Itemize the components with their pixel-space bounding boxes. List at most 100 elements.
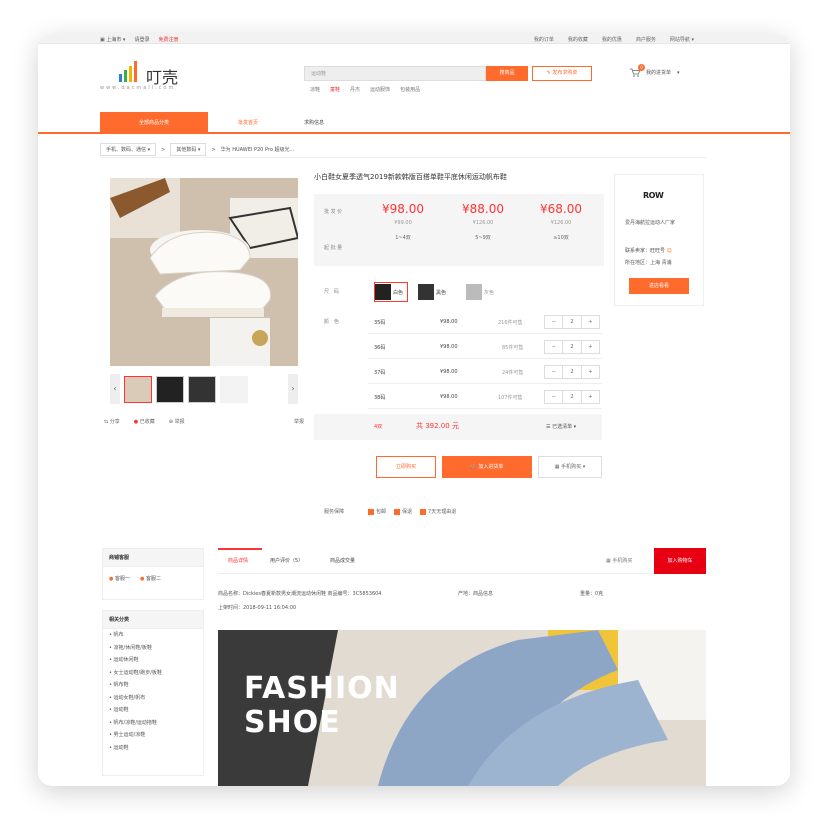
agent-item[interactable]: ● 客服二 — [140, 575, 161, 582]
logo-bars-icon — [119, 61, 137, 82]
agent-item[interactable]: ● 客服一 — [109, 575, 130, 582]
thumbnail[interactable] — [124, 376, 152, 403]
register-link[interactable]: 免费注册 — [158, 36, 178, 43]
thumbnail[interactable] — [156, 376, 184, 403]
shoe-photo — [110, 178, 298, 366]
increase-button[interactable]: + — [582, 391, 599, 403]
thumbnail[interactable] — [188, 376, 216, 403]
tab-mobile-buy[interactable]: ▦ 手机购买 — [606, 557, 632, 564]
quantity-value[interactable]: 2 — [563, 366, 582, 378]
nav-tab-all-categories[interactable]: 全部商品分类 — [100, 112, 208, 134]
attr-name: 商品名称：Dickies春夏新款男女潮流运动休闲鞋 商品编号：3C5853604 — [218, 591, 382, 597]
category-link[interactable]: • 男士运动/凉鞋 — [103, 729, 203, 742]
style-option-gray[interactable]: 灰色 — [466, 282, 498, 302]
hot-word[interactable]: 包装用品 — [400, 86, 420, 93]
quantity-stepper[interactable]: −2 + — [544, 340, 600, 354]
breadcrumb-separator: > — [161, 146, 166, 153]
city-selector[interactable]: ▣ 上海市 ▾ — [100, 36, 125, 43]
breadcrumb-current: 华为 HUAWEI P20 Pro 超级光... — [220, 147, 295, 153]
region-value: 上海 青浦 — [650, 260, 672, 266]
favorite-button[interactable]: ● 已收藏 — [134, 418, 155, 425]
hot-word[interactable]: 运动服饰 — [370, 86, 390, 93]
check-icon — [394, 508, 401, 515]
nav-tab-wholesale[interactable]: 批发首页 — [238, 119, 258, 126]
top-link-coupons[interactable]: 我的优惠 — [602, 36, 622, 43]
mobile-buy-button[interactable]: ▦ 手机购买 ▾ — [538, 456, 602, 478]
category-link[interactable]: • 运动休闲鞋 — [103, 654, 203, 667]
quantity-stepper[interactable]: −2 + — [544, 365, 600, 379]
quantity-value[interactable]: 2 — [563, 341, 582, 353]
category-link[interactable]: • 运动鞋 — [103, 704, 203, 717]
quantity-stepper[interactable]: −2 + — [544, 390, 600, 404]
thumb-next-arrow[interactable]: › — [288, 374, 298, 404]
category-link[interactable]: • 凉拖/休闲鞋/板鞋 — [103, 642, 203, 655]
thumb-prev-arrow[interactable]: ‹ — [110, 374, 120, 404]
share-button[interactable]: ⇆ 分享 — [104, 418, 120, 425]
top-link-favorites[interactable]: 我的收藏 — [568, 36, 588, 43]
decrease-button[interactable]: − — [545, 391, 564, 403]
attr-origin: 产地：商品信息 — [458, 591, 494, 597]
seller-contact: 联系卖家：旺旺号 ☺ — [625, 247, 672, 254]
thumbnail[interactable] — [220, 376, 248, 403]
breadcrumb-category-2[interactable]: 其他数码 ▾ — [170, 143, 207, 156]
category-link[interactable]: • 运动女鞋/帆布 — [103, 692, 203, 705]
search-button[interactable]: 搜商品 — [486, 66, 528, 81]
category-link[interactable]: • 帆布鞋 — [103, 679, 203, 692]
favorite-label: 已收藏 — [139, 419, 155, 425]
increase-button[interactable]: + — [582, 341, 599, 353]
decrease-button[interactable]: − — [545, 316, 564, 328]
visit-shop-button[interactable]: 进店看看 — [629, 278, 689, 294]
hot-word[interactable]: 童鞋 — [330, 86, 340, 93]
contact-value[interactable]: 旺旺号 — [650, 248, 665, 254]
decrease-button[interactable]: − — [545, 341, 564, 353]
increase-button[interactable]: + — [582, 366, 599, 378]
size-value: 36码 — [374, 345, 386, 351]
tier-original: ¥126.00 — [472, 220, 494, 226]
add-cart-label: 加入进货单 — [478, 464, 504, 470]
buy-now-button[interactable]: 立即购买 — [376, 456, 436, 478]
product-main-image[interactable] — [110, 178, 298, 366]
site-logo[interactable]: 叮壳 www.dacmall.com — [100, 58, 210, 98]
tier-price: ¥88.00 — [462, 202, 504, 216]
report-button[interactable]: ⊕ 举报 — [169, 418, 185, 425]
size-row: 38码 ¥98.00 107件可售 −2 + — [368, 387, 602, 409]
detail-add-cart-button[interactable]: 加入购物车 — [654, 548, 706, 574]
category-link[interactable]: • 帆布 — [103, 629, 203, 642]
quantity-value[interactable]: 2 — [563, 316, 582, 328]
search-input[interactable]: 运动鞋 — [304, 66, 486, 81]
quantity-stepper[interactable]: −2 + — [544, 315, 600, 329]
service-text: 包邮 — [376, 509, 387, 515]
top-link-orders[interactable]: 我的订单 — [534, 36, 554, 43]
style-option-black[interactable]: 黑色 — [418, 282, 450, 302]
decrease-button[interactable]: − — [545, 366, 564, 378]
category-label: 帆布 — [113, 632, 124, 638]
publish-request-button[interactable]: ✎ 发布求购单 — [532, 66, 592, 81]
top-link-sitemap[interactable]: 网站导航 ▾ — [670, 36, 694, 43]
nav-tab-requests[interactable]: 求购信息 — [304, 119, 324, 126]
cart-link[interactable]: 我的进货单 ▾ — [630, 68, 680, 77]
agent-list: ● 客服一 ● 客服二 — [103, 567, 203, 590]
increase-button[interactable]: + — [582, 316, 599, 328]
hot-word[interactable]: 凉鞋 — [310, 86, 320, 93]
category-link[interactable]: • 女士运动鞋/跑步/板鞋 — [103, 667, 203, 680]
top-link-merchant[interactable]: 商户服务 — [636, 36, 656, 43]
category-link[interactable]: • 运动鞋 — [103, 742, 203, 755]
selected-list-toggle[interactable]: ☰ 已选清单 ▾ — [546, 423, 576, 430]
hot-word[interactable]: 丹杰 — [350, 86, 360, 93]
login-link[interactable]: 请登录 — [134, 36, 149, 43]
breadcrumb-category-1[interactable]: 手机、数码、通信 ▾ — [100, 143, 157, 156]
tab-reviews[interactable]: 用户评价（5） — [270, 557, 303, 564]
category-label: 男士运动/凉鞋 — [113, 732, 146, 738]
add-to-cart-button[interactable]: 🛒 加入进货单 — [442, 456, 532, 478]
category-link[interactable]: • 帆布/凉鞋/运动拖鞋 — [103, 717, 203, 730]
mobile-buy-label: 手机购买 — [561, 464, 582, 470]
tab-transactions[interactable]: 商品成交量 — [330, 557, 355, 564]
quantity-value[interactable]: 2 — [563, 391, 582, 403]
report-link[interactable]: 举报 — [294, 418, 304, 425]
tab-details[interactable]: 商品详情 — [228, 557, 248, 564]
size-value: 35码 — [374, 320, 386, 326]
style-option-white[interactable]: 白色 — [374, 282, 409, 302]
chat-icon[interactable]: ☺ — [667, 248, 672, 254]
style-swatch — [466, 284, 482, 300]
crumb-cat2-label: 其他数码 — [176, 147, 197, 153]
